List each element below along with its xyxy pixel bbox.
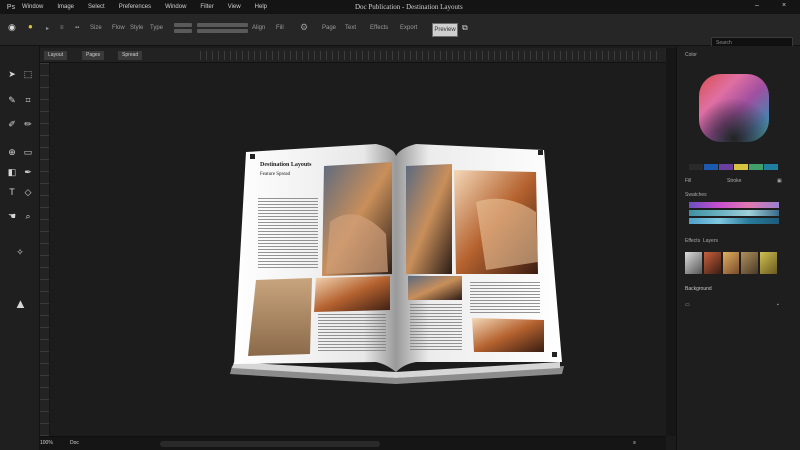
thumbnail-5[interactable]	[760, 252, 777, 274]
option-arrow-icon[interactable]: ▸	[46, 25, 49, 35]
menu-item-image[interactable]: Image	[57, 4, 74, 10]
thumbnail-1[interactable]	[685, 252, 702, 274]
right-text-column-1	[410, 304, 462, 352]
option-item-3[interactable]: ▪▪	[75, 25, 79, 35]
option-text[interactable]: Text	[345, 25, 356, 35]
transform-icon[interactable]: ⚙	[300, 22, 308, 32]
move-tool-icon[interactable]: ➤	[6, 68, 18, 80]
color-picker[interactable]	[699, 74, 769, 142]
thumbnail-2[interactable]	[703, 252, 721, 274]
options-bar: ◉ ● ▸ ≡ ▪▪ Size Flow Style Type Align Fi…	[0, 14, 800, 49]
menu-item-help[interactable]: Help	[255, 4, 267, 10]
eye-icon[interactable]: ◉	[8, 22, 16, 32]
right-text-column-2	[470, 282, 540, 314]
vertical-ruler	[40, 63, 50, 436]
frame-icon[interactable]: ⧉	[462, 23, 468, 33]
layer-options-icon[interactable]: ▪	[777, 302, 779, 308]
left-text-column	[258, 198, 318, 268]
option-page[interactable]: Page	[322, 25, 336, 35]
hand-tool-icon[interactable]: ☚	[6, 210, 18, 222]
status-menu-icon[interactable]: ≡	[633, 440, 636, 446]
right-panel: Color Fill Stroke ▣ Swatches Effects Lay…	[676, 46, 800, 450]
expand-icon[interactable]: ▣	[777, 178, 782, 184]
quick-mask-icon[interactable]: ✧	[14, 246, 26, 258]
stroke-label: Stroke	[727, 178, 742, 184]
tab-spread[interactable]: Spread	[118, 51, 143, 60]
option-flow[interactable]: Flow	[112, 25, 125, 35]
layer-row-1[interactable]: ▭	[685, 302, 690, 308]
minimize-button[interactable]: –	[755, 2, 759, 9]
preview-button[interactable]: Preview	[432, 23, 458, 37]
tab-pages[interactable]: Pages	[82, 51, 105, 60]
option-effects[interactable]: Effects	[370, 25, 388, 35]
left-caption-text	[318, 314, 386, 352]
menu-item-window[interactable]: Window	[22, 4, 43, 10]
mountain-icon: ▲	[14, 296, 27, 311]
type-tool-icon[interactable]: T	[6, 186, 18, 198]
document-title: Doc Publication - Destination Layouts	[355, 3, 463, 11]
menu-item-window-2[interactable]: Window	[165, 4, 186, 10]
preset-icon[interactable]: ●	[28, 22, 33, 32]
gradient-swatch-1[interactable]	[689, 202, 779, 208]
magazine-subheading: Feature Spread	[260, 172, 291, 177]
option-align[interactable]: Align	[252, 25, 265, 35]
magazine-heading: Destination Layouts	[260, 162, 312, 168]
option-fill[interactable]: Fill	[276, 25, 284, 35]
gradient-tool-icon[interactable]: ◧	[6, 166, 18, 178]
option-stack-4[interactable]	[230, 21, 248, 41]
tab-layout[interactable]: Layout	[44, 51, 68, 60]
menu-item-view[interactable]: View	[228, 4, 241, 10]
pen-tool-icon[interactable]: ✒	[22, 166, 34, 178]
option-stack-2[interactable]	[197, 21, 215, 41]
crop-tool-icon[interactable]: ⌗	[22, 94, 34, 106]
tools-panel: ➤ ⬚ ✎ ⌗ ✐ ✏ ⊕ ▭ ◧ ✒ T ◇ ☚ ⌕ ✧ ▲	[0, 46, 40, 450]
gradient-swatch-3[interactable]	[689, 218, 779, 224]
horizontal-scrollbar[interactable]	[160, 441, 380, 447]
eraser-tool-icon[interactable]: ▭	[22, 146, 34, 158]
color-panel-header: Color	[685, 52, 697, 58]
menu-item-filter[interactable]: Filter	[200, 4, 213, 10]
brush-tool-icon[interactable]: ✏	[22, 118, 34, 130]
shape-tool-icon[interactable]: ◇	[22, 186, 34, 198]
horizontal-ruler	[200, 51, 660, 60]
document-tab-bar: Layout Pages Spread	[40, 48, 666, 63]
status-bar: 100% Doc ≡	[40, 436, 666, 450]
zoom-level[interactable]: 100%	[40, 440, 53, 446]
thumbnail-3[interactable]	[722, 252, 740, 274]
fill-label: Fill	[685, 178, 692, 184]
swatches-panel-header: Swatches	[685, 192, 707, 198]
option-export[interactable]: Export	[400, 25, 417, 35]
marquee-tool-icon[interactable]: ⬚	[22, 68, 34, 80]
lasso-tool-icon[interactable]: ✎	[6, 94, 18, 106]
menu-bar: Ps Window Image Select Preferences Windo…	[0, 0, 800, 14]
layer-label[interactable]: Background	[685, 286, 712, 292]
gradient-swatch-2[interactable]	[689, 210, 779, 216]
zoom-tool-icon[interactable]: ⌕	[22, 210, 34, 222]
option-size[interactable]: Size	[90, 25, 102, 35]
magazine-spread[interactable]: Destination Layouts Feature Spread	[226, 142, 570, 384]
vertical-scrollbar[interactable]	[666, 48, 676, 436]
option-stack-1[interactable]	[174, 21, 192, 41]
thumbnail-4[interactable]	[741, 252, 759, 274]
image-thumbnails[interactable]	[685, 252, 777, 274]
document-info: Doc	[70, 440, 79, 446]
menu-item-preferences[interactable]: Preferences	[119, 4, 151, 10]
swatch-row-1[interactable]	[689, 164, 778, 170]
effects-label: Effects	[685, 238, 701, 244]
option-type[interactable]: Type	[150, 25, 163, 35]
app-logo-icon: Ps	[6, 3, 16, 11]
layers-label: Layers	[703, 238, 719, 244]
stamp-tool-icon[interactable]: ⊕	[6, 146, 18, 158]
option-style[interactable]: Style	[130, 25, 143, 35]
close-button[interactable]: ×	[782, 2, 786, 9]
option-align-icon[interactable]: ≡	[60, 25, 64, 35]
menu-item-select[interactable]: Select	[88, 4, 105, 10]
eyedropper-tool-icon[interactable]: ✐	[6, 118, 18, 130]
